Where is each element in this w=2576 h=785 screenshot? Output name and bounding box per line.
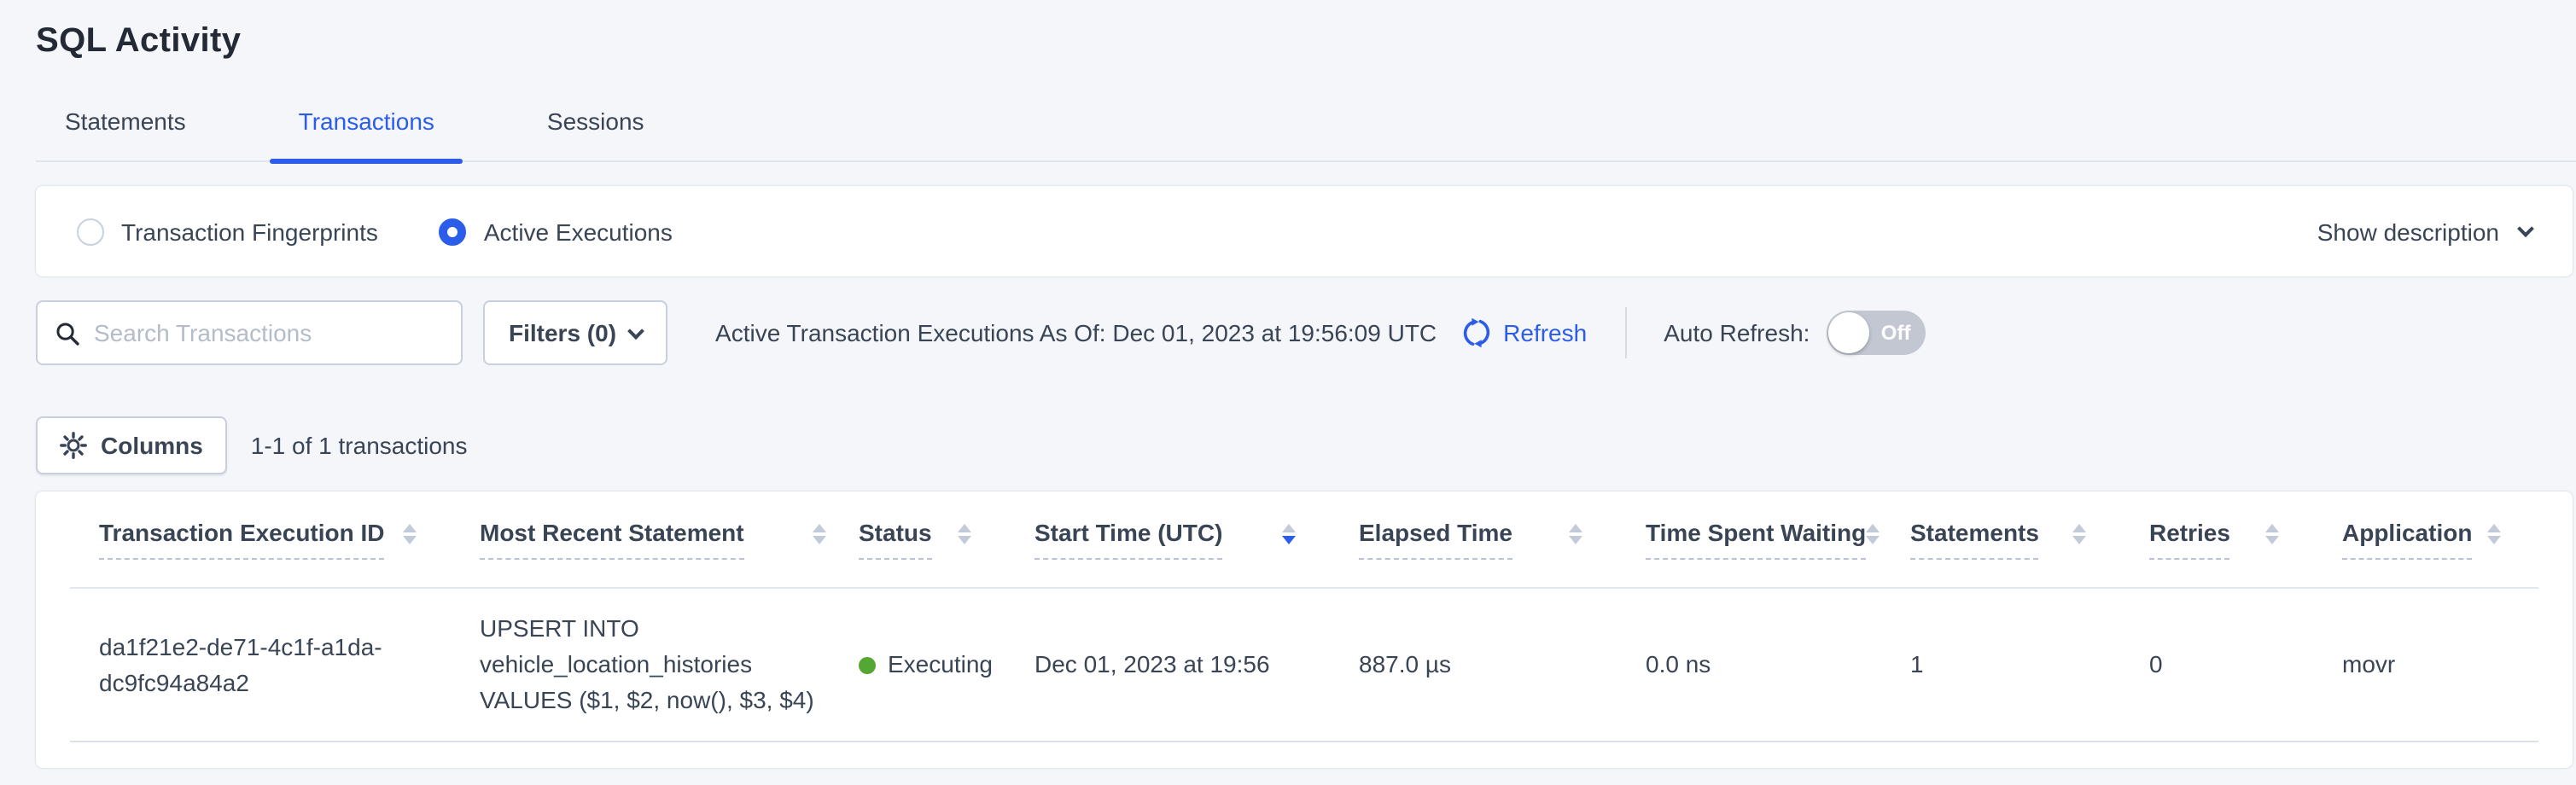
radio-label: Active Executions: [484, 218, 673, 245]
columns-button[interactable]: Columns: [36, 416, 227, 474]
auto-refresh-label: Auto Refresh:: [1664, 319, 1810, 346]
cell-start-time: Dec 01, 2023 at 19:56: [1005, 647, 1330, 683]
view-mode-card: Transaction Fingerprints Active Executio…: [36, 186, 2573, 276]
radio-selected-icon[interactable]: [440, 218, 467, 245]
search-box[interactable]: [36, 300, 463, 365]
radio-label: Transaction Fingerprints: [121, 218, 378, 245]
show-description-label: Show description: [2317, 218, 2499, 245]
result-count: 1-1 of 1 transactions: [251, 432, 468, 459]
vertical-divider: [1624, 307, 1626, 358]
table-header-row: Transaction Execution ID Most Recent Sta…: [70, 491, 2538, 589]
sort-icon[interactable]: [1866, 524, 1880, 545]
tab-statements[interactable]: Statements: [36, 108, 215, 160]
cell-statements: 1: [1881, 647, 2120, 683]
search-input[interactable]: [94, 319, 444, 346]
toggle-state-label: Off: [1881, 321, 1911, 345]
refresh-label: Refresh: [1503, 319, 1587, 346]
radio-unselected-icon[interactable]: [77, 218, 104, 245]
tab-sessions[interactable]: Sessions: [518, 108, 673, 160]
status-label: Executing: [888, 647, 993, 683]
chevron-down-icon: [2517, 220, 2534, 237]
gear-icon: [60, 432, 87, 459]
sql-activity-page: SQL Activity Statements Transactions Ses…: [0, 0, 2576, 785]
sort-icon[interactable]: [403, 524, 417, 545]
cell-time-spent-waiting: 0.0 ns: [1617, 647, 1881, 683]
auto-refresh-toggle[interactable]: Off: [1827, 311, 1926, 355]
chevron-down-icon: [627, 322, 644, 339]
tab-bar: Statements Transactions Sessions: [36, 108, 2576, 162]
column-header-start-time[interactable]: Start Time (UTC): [1005, 519, 1330, 560]
column-header-statements[interactable]: Statements: [1881, 519, 2120, 560]
sort-icon[interactable]: [813, 524, 826, 545]
controls-row: Filters (0) Active Transaction Execution…: [36, 300, 2576, 365]
show-description-toggle[interactable]: Show description: [2317, 218, 2532, 245]
filters-label: Filters (0): [509, 319, 616, 346]
page-title: SQL Activity: [36, 0, 2576, 61]
column-header-most-recent-statement[interactable]: Most Recent Statement: [451, 519, 830, 560]
cell-most-recent-statement: UPSERT INTO vehicle_location_histories V…: [451, 611, 830, 718]
sort-icon-active-desc[interactable]: [1282, 524, 1296, 545]
table-toolbar: Columns 1-1 of 1 transactions: [36, 416, 2576, 474]
as-of-timestamp: Active Transaction Executions As Of: Dec…: [715, 319, 1437, 346]
refresh-button[interactable]: Refresh: [1460, 317, 1587, 348]
column-header-status[interactable]: Status: [830, 519, 1005, 560]
column-header-retries[interactable]: Retries: [2120, 519, 2313, 560]
columns-button-label: Columns: [101, 432, 203, 459]
cell-retries: 0: [2120, 647, 2313, 683]
cell-transaction-execution-id: da1f21e2-de71-4c1f-a1da-dc9fc94a84a2: [70, 629, 451, 701]
search-icon: [55, 320, 80, 346]
table-row: da1f21e2-de71-4c1f-a1da-dc9fc94a84a2 UPS…: [70, 589, 2538, 742]
filters-button[interactable]: Filters (0): [483, 300, 667, 365]
toggle-knob[interactable]: [1828, 312, 1869, 353]
refresh-icon: [1460, 317, 1491, 348]
radio-transaction-fingerprints[interactable]: Transaction Fingerprints: [77, 218, 378, 245]
column-header-elapsed-time[interactable]: Elapsed Time: [1330, 519, 1617, 560]
sort-icon[interactable]: [2487, 524, 2501, 545]
cell-application: movr: [2313, 647, 2535, 683]
tab-transactions[interactable]: Transactions: [270, 108, 463, 160]
radio-active-executions[interactable]: Active Executions: [440, 218, 673, 245]
transactions-table: Transaction Execution ID Most Recent Sta…: [36, 491, 2573, 768]
executing-status-icon: [859, 656, 876, 673]
sort-icon[interactable]: [958, 524, 971, 545]
sort-icon[interactable]: [2265, 524, 2279, 545]
column-header-time-spent-waiting[interactable]: Time Spent Waiting: [1617, 519, 1881, 560]
sort-icon[interactable]: [1569, 524, 1582, 545]
column-header-application[interactable]: Application: [2313, 519, 2535, 560]
sort-icon[interactable]: [2072, 524, 2086, 545]
cell-status: Executing: [830, 647, 1005, 683]
cell-elapsed-time: 887.0 µs: [1330, 647, 1617, 683]
column-header-transaction-execution-id[interactable]: Transaction Execution ID: [70, 519, 451, 560]
